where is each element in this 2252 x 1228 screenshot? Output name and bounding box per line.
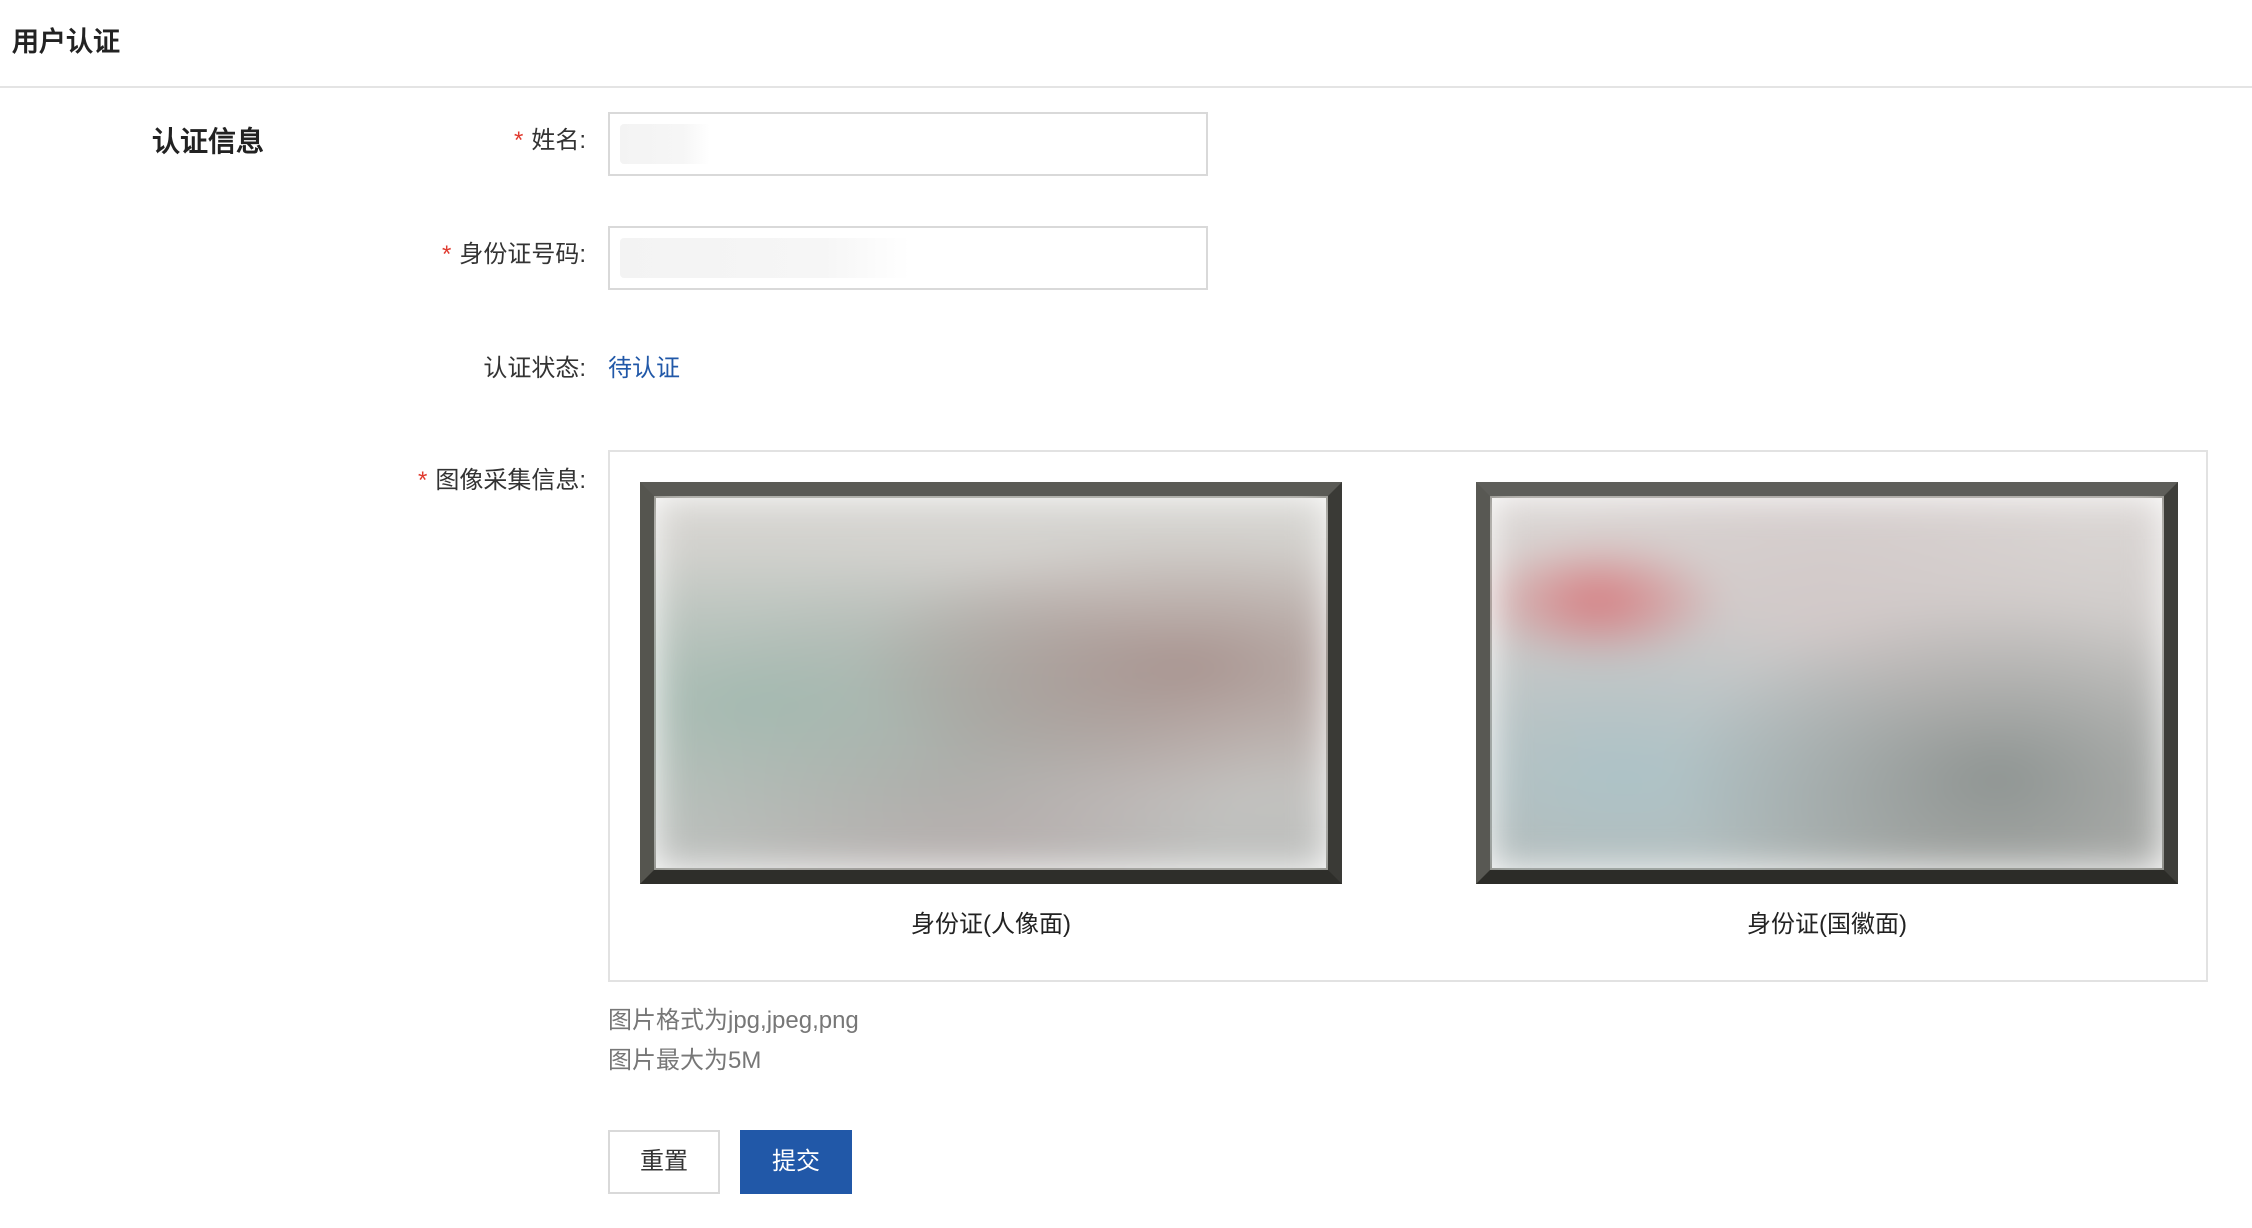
status-value: 待认证 [608,355,680,382]
image-upload-box: 身份证(人像面) 身份证(国徽面) [608,450,2208,982]
image-size-hint: 图片最大为5M [608,1047,762,1074]
id-card-front-image[interactable] [640,482,1342,884]
id-number-input[interactable] [608,226,1208,290]
id-number-value-redacted [620,238,910,278]
name-label-text: 姓名: [531,127,586,154]
submit-button[interactable]: 提交 [740,1130,852,1194]
page-title: 用户认证 [12,27,120,57]
reset-button[interactable]: 重置 [608,1130,720,1194]
required-marker: * [441,241,452,268]
name-input[interactable] [608,112,1208,176]
required-marker: * [417,467,428,494]
images-label: * 图像采集信息: [418,464,586,498]
id-card-back-image[interactable] [1476,482,2178,884]
images-label-text: 图像采集信息: [435,467,586,494]
id-card-front-blurred [654,496,1328,870]
name-label: * 姓名: [514,124,586,158]
id-card-front-caption: 身份证(人像面) [911,911,1071,938]
name-value-redacted [620,124,710,164]
id-card-back-blurred [1490,496,2164,870]
id-card-back-caption: 身份证(国徽面) [1747,911,1907,938]
id-number-label: * 身份证号码: [442,238,586,272]
page-header: 用户认证 [0,0,2252,88]
user-verification-page: 用户认证 认证信息 * 姓名: * 身份证号码: 认证状态: 待认证 * 图像采集信息… [0,0,2252,1228]
id-number-label-text: 身份证号码: [459,241,586,268]
status-label: 认证状态: [483,355,586,382]
section-title: 认证信息 [152,126,265,157]
required-marker: * [513,127,524,154]
image-format-hint: 图片格式为jpg,jpeg,png [608,1007,859,1034]
